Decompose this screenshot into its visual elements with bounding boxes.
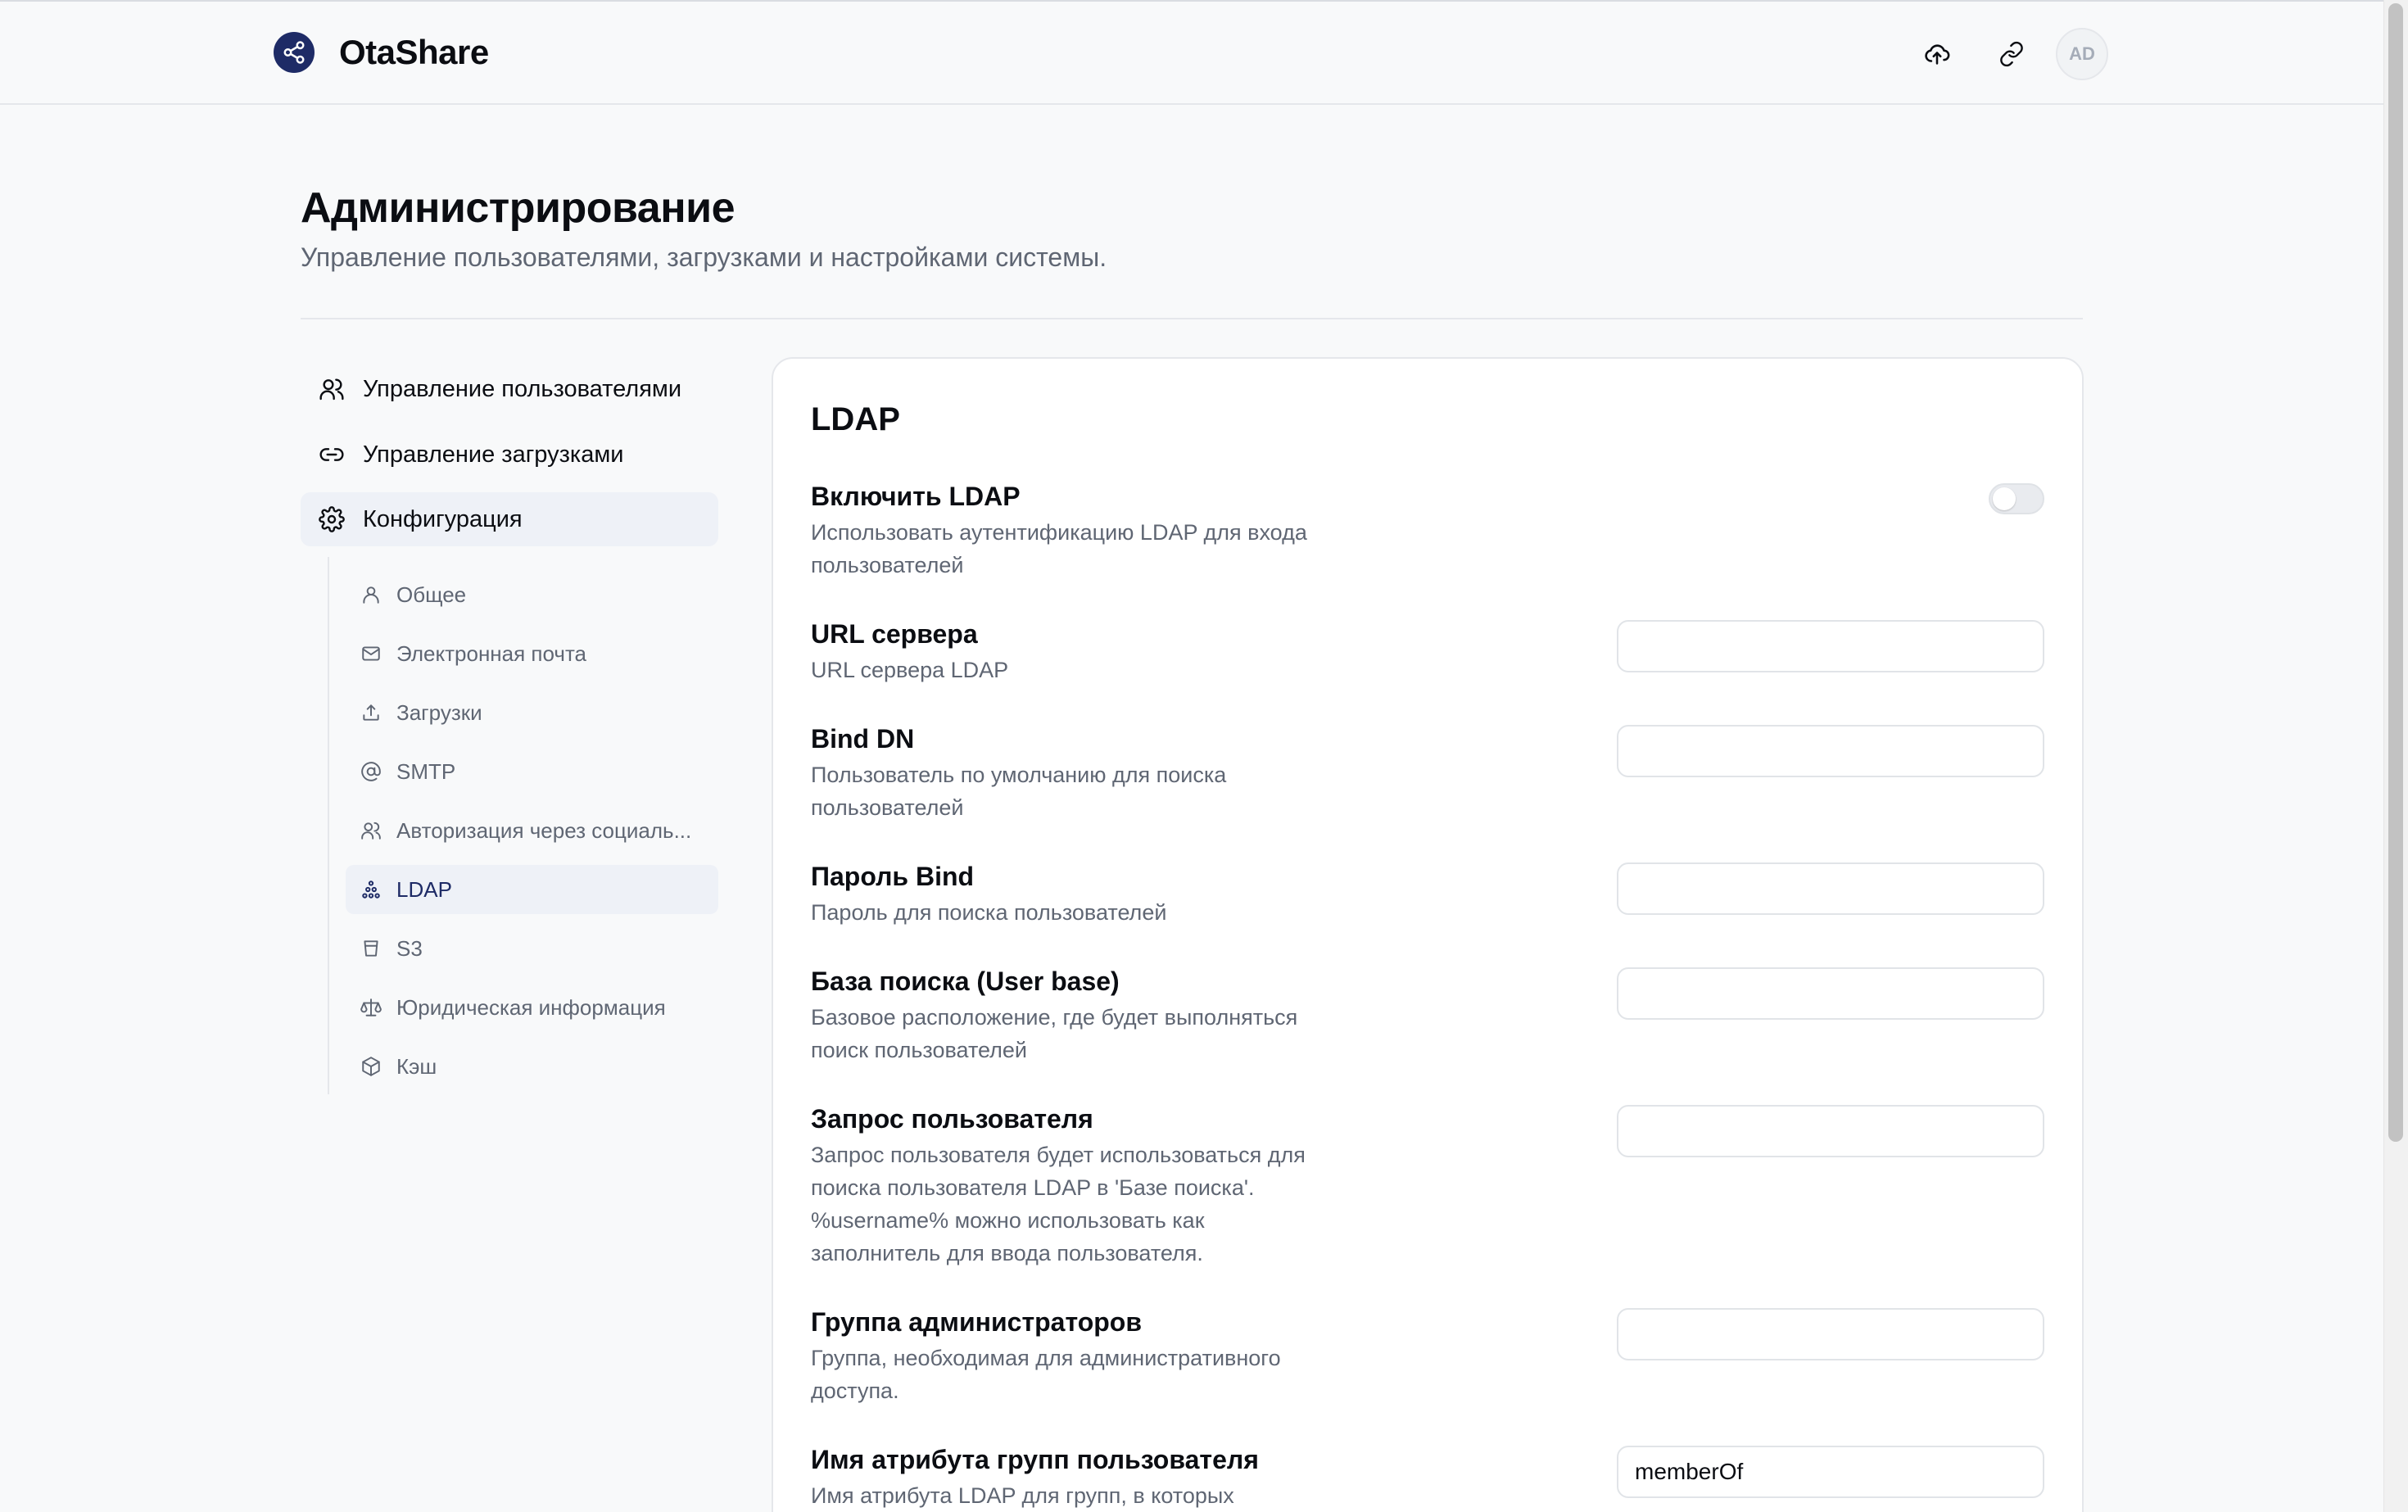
submenu-guide-line <box>328 557 329 1094</box>
config-item-label: LDAP <box>396 876 452 902</box>
config-item-label: Кэш <box>396 1053 437 1079</box>
admin-group-desc: Группа, необходимая для административног… <box>811 1346 1281 1403</box>
admin-group-input[interactable] <box>1617 1308 2044 1360</box>
link-icon[interactable] <box>1992 34 2031 74</box>
avatar[interactable]: AD <box>2056 28 2108 80</box>
nav-item-configuration[interactable]: Конфигурация <box>301 492 718 546</box>
group-attribute-input[interactable] <box>1617 1446 2044 1498</box>
enable-ldap-label: Включить LDAP <box>811 482 1021 511</box>
config-item-social-auth[interactable]: Авторизация через социаль... <box>346 806 718 855</box>
config-item-smtp[interactable]: SMTP <box>346 747 718 796</box>
config-item-ldap[interactable]: LDAP <box>346 865 718 914</box>
page-subtitle: Управление пользователями, загрузками и … <box>301 242 1107 272</box>
admin-group-label: Группа администраторов <box>811 1307 1143 1337</box>
user-base-input[interactable] <box>1617 967 2044 1020</box>
bind-password-input[interactable] <box>1617 862 2044 915</box>
nav-item-label: Управление загрузками <box>363 441 624 468</box>
bind-dn-desc: Пользователь по умолчанию для поиска пол… <box>811 763 1227 820</box>
page-title: Администрирование <box>301 184 736 232</box>
user-query-label: Запрос пользователя <box>811 1104 1093 1134</box>
config-item-label: Электронная почта <box>396 641 587 666</box>
box-icon <box>346 1056 396 1077</box>
mail-icon <box>346 643 396 664</box>
server-url-input[interactable] <box>1617 620 2044 672</box>
config-item-label: SMTP <box>396 758 456 784</box>
config-item-cache[interactable]: Кэш <box>346 1042 718 1091</box>
bind-password-desc: Пароль для поиска пользователей <box>811 900 1167 925</box>
user-query-input[interactable] <box>1617 1105 2044 1157</box>
bucket-icon <box>346 938 396 959</box>
config-item-label: Юридическая информация <box>396 994 666 1020</box>
nav-item-upload-management[interactable]: Управление загрузками <box>301 428 718 482</box>
user-base-label: База поиска (User base) <box>811 967 1120 996</box>
card-title: LDAP <box>811 401 900 437</box>
divider <box>301 318 2083 319</box>
link-icon <box>301 441 363 468</box>
bind-dn-label: Bind DN <box>811 724 915 754</box>
group-attribute-desc: Имя атрибута LDAP для групп, в которых <box>811 1483 1234 1508</box>
nav-item-user-management[interactable]: Управление пользователями <box>301 362 718 416</box>
brand-name[interactable]: OtaShare <box>339 33 489 72</box>
share-logo-icon[interactable] <box>274 32 315 73</box>
config-item-email[interactable]: Электронная почта <box>346 629 718 678</box>
nav-item-label: Конфигурация <box>363 505 523 532</box>
user-base-desc: Базовое расположение, где будет выполнят… <box>811 1005 1298 1062</box>
server-url-desc: URL сервера LDAP <box>811 658 1009 682</box>
gear-icon <box>301 506 363 532</box>
scrollbar-thumb[interactable] <box>2388 3 2403 1142</box>
server-url-label: URL сервера <box>811 619 978 649</box>
enable-ldap-desc: Использовать аутентификацию LDAP для вхо… <box>811 520 1307 577</box>
config-item-s3[interactable]: S3 <box>346 924 718 973</box>
group-attribute-label: Имя атрибута групп пользователя <box>811 1445 1259 1474</box>
config-item-general[interactable]: Общее <box>346 570 718 619</box>
config-item-label: Общее <box>396 582 467 607</box>
bind-password-label: Пароль Bind <box>811 862 975 891</box>
cloud-upload-icon[interactable] <box>1917 34 1957 74</box>
users-icon <box>346 820 396 841</box>
enable-ldap-toggle[interactable] <box>1989 483 2044 514</box>
config-item-legal[interactable]: Юридическая информация <box>346 983 718 1032</box>
nav-item-label: Управление пользователями <box>363 375 682 402</box>
upload-icon <box>346 702 396 723</box>
config-item-label: Авторизация через социаль... <box>396 817 692 843</box>
config-item-label: Загрузки <box>396 699 482 725</box>
network-icon <box>346 879 396 900</box>
scale-icon <box>346 997 396 1018</box>
top-bar: OtaShare AD <box>0 0 2383 105</box>
users-icon <box>301 376 363 402</box>
bind-dn-input[interactable] <box>1617 725 2044 777</box>
config-item-label: S3 <box>396 935 423 961</box>
config-item-uploads[interactable]: Загрузки <box>346 688 718 737</box>
toggle-knob <box>1993 487 2016 510</box>
user-query-desc: Запрос пользователя будет использоваться… <box>811 1143 1306 1265</box>
user-icon <box>346 584 396 605</box>
at-icon <box>346 761 396 782</box>
